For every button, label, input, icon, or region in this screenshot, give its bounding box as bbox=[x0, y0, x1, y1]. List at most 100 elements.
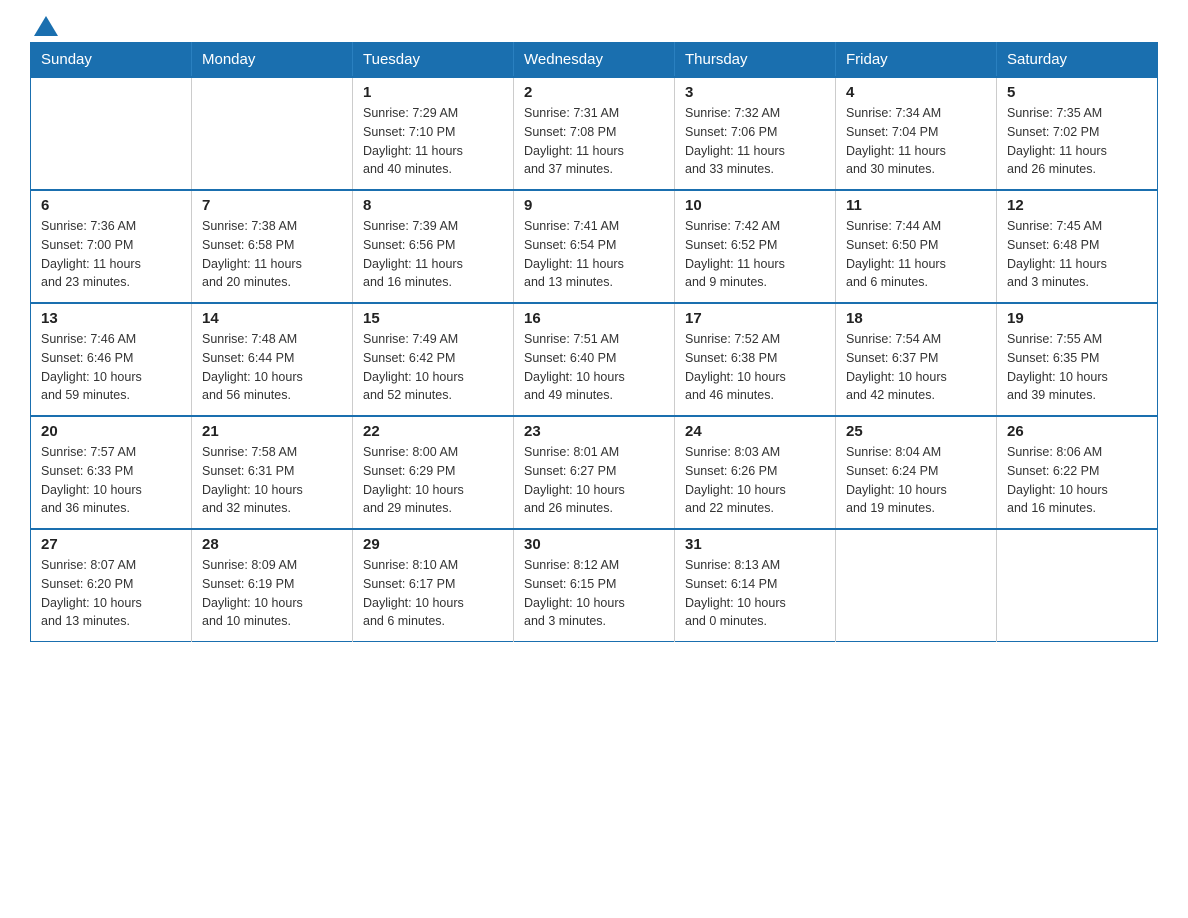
calendar-cell bbox=[997, 529, 1158, 642]
day-number: 18 bbox=[846, 310, 986, 327]
day-info: Sunrise: 8:06 AMSunset: 6:22 PMDaylight:… bbox=[1007, 443, 1147, 518]
day-info: Sunrise: 7:39 AMSunset: 6:56 PMDaylight:… bbox=[363, 217, 503, 292]
calendar-cell: 13 Sunrise: 7:46 AMSunset: 6:46 PMDayligh… bbox=[31, 303, 192, 416]
day-info: Sunrise: 8:01 AMSunset: 6:27 PMDaylight:… bbox=[524, 443, 664, 518]
calendar-cell: 9 Sunrise: 7:41 AMSunset: 6:54 PMDaylight… bbox=[514, 190, 675, 303]
calendar-cell: 5 Sunrise: 7:35 AMSunset: 7:02 PMDaylight… bbox=[997, 77, 1158, 190]
day-number: 14 bbox=[202, 310, 342, 327]
day-info: Sunrise: 8:10 AMSunset: 6:17 PMDaylight:… bbox=[363, 556, 503, 631]
day-number: 4 bbox=[846, 84, 986, 101]
calendar-cell: 7Sunrise: 7:38 AMSunset: 6:58 PMDaylight… bbox=[192, 190, 353, 303]
day-number: 5 bbox=[1007, 84, 1147, 101]
weekday-header-saturday: Saturday bbox=[997, 43, 1158, 78]
day-info: Sunrise: 7:45 AMSunset: 6:48 PMDaylight:… bbox=[1007, 217, 1147, 292]
day-number: 17 bbox=[685, 310, 825, 327]
weekday-header-thursday: Thursday bbox=[675, 43, 836, 78]
weekday-header-wednesday: Wednesday bbox=[514, 43, 675, 78]
week-row-4: 20 Sunrise: 7:57 AMSunset: 6:33 PMDayligh… bbox=[31, 416, 1158, 529]
day-number: 16 bbox=[524, 310, 664, 327]
calendar-cell: 8Sunrise: 7:39 AMSunset: 6:56 PMDaylight… bbox=[353, 190, 514, 303]
calendar-cell: 16 Sunrise: 7:51 AMSunset: 6:40 PMDayligh… bbox=[514, 303, 675, 416]
calendar-cell: 21 Sunrise: 7:58 AMSunset: 6:31 PMDayligh… bbox=[192, 416, 353, 529]
calendar-cell: 17 Sunrise: 7:52 AMSunset: 6:38 PMDayligh… bbox=[675, 303, 836, 416]
day-info: Sunrise: 7:41 AMSunset: 6:54 PMDaylight:… bbox=[524, 217, 664, 292]
day-info: Sunrise: 7:29 AMSunset: 7:10 PMDaylight:… bbox=[363, 104, 503, 179]
week-row-5: 27 Sunrise: 8:07 AMSunset: 6:20 PMDayligh… bbox=[31, 529, 1158, 642]
calendar-cell bbox=[31, 77, 192, 190]
day-number: 10 bbox=[685, 197, 825, 214]
day-number: 19 bbox=[1007, 310, 1147, 327]
day-info: Sunrise: 8:03 AMSunset: 6:26 PMDaylight:… bbox=[685, 443, 825, 518]
day-info: Sunrise: 8:13 AMSunset: 6:14 PMDaylight:… bbox=[685, 556, 825, 631]
weekday-header-monday: Monday bbox=[192, 43, 353, 78]
day-number: 27 bbox=[41, 536, 181, 553]
day-number: 20 bbox=[41, 423, 181, 440]
day-number: 31 bbox=[685, 536, 825, 553]
day-info: Sunrise: 8:12 AMSunset: 6:15 PMDaylight:… bbox=[524, 556, 664, 631]
day-number: 12 bbox=[1007, 197, 1147, 214]
calendar-cell: 11Sunrise: 7:44 AMSunset: 6:50 PMDayligh… bbox=[836, 190, 997, 303]
day-number: 15 bbox=[363, 310, 503, 327]
day-number: 3 bbox=[685, 84, 825, 101]
calendar-cell: 29 Sunrise: 8:10 AMSunset: 6:17 PMDayligh… bbox=[353, 529, 514, 642]
day-number: 25 bbox=[846, 423, 986, 440]
calendar-cell: 30 Sunrise: 8:12 AMSunset: 6:15 PMDayligh… bbox=[514, 529, 675, 642]
day-info: Sunrise: 8:09 AMSunset: 6:19 PMDaylight:… bbox=[202, 556, 342, 631]
logo-triangle-icon bbox=[34, 16, 58, 36]
logo bbox=[30, 20, 58, 32]
day-info: Sunrise: 7:31 AMSunset: 7:08 PMDaylight:… bbox=[524, 104, 664, 179]
day-info: Sunrise: 7:51 AMSunset: 6:40 PMDaylight:… bbox=[524, 330, 664, 405]
calendar-cell: 24 Sunrise: 8:03 AMSunset: 6:26 PMDayligh… bbox=[675, 416, 836, 529]
day-number: 22 bbox=[363, 423, 503, 440]
calendar-cell: 3 Sunrise: 7:32 AMSunset: 7:06 PMDaylight… bbox=[675, 77, 836, 190]
calendar-cell: 10 Sunrise: 7:42 AMSunset: 6:52 PMDayligh… bbox=[675, 190, 836, 303]
day-info: Sunrise: 7:42 AMSunset: 6:52 PMDaylight:… bbox=[685, 217, 825, 292]
day-number: 1 bbox=[363, 84, 503, 101]
day-number: 30 bbox=[524, 536, 664, 553]
day-info: Sunrise: 7:57 AMSunset: 6:33 PMDaylight:… bbox=[41, 443, 181, 518]
weekday-header-friday: Friday bbox=[836, 43, 997, 78]
calendar-cell: 15 Sunrise: 7:49 AMSunset: 6:42 PMDayligh… bbox=[353, 303, 514, 416]
calendar-cell bbox=[192, 77, 353, 190]
day-number: 2 bbox=[524, 84, 664, 101]
day-info: Sunrise: 7:58 AMSunset: 6:31 PMDaylight:… bbox=[202, 443, 342, 518]
calendar-cell: 23Sunrise: 8:01 AMSunset: 6:27 PMDayligh… bbox=[514, 416, 675, 529]
day-info: Sunrise: 7:48 AMSunset: 6:44 PMDaylight:… bbox=[202, 330, 342, 405]
day-number: 24 bbox=[685, 423, 825, 440]
day-info: Sunrise: 7:32 AMSunset: 7:06 PMDaylight:… bbox=[685, 104, 825, 179]
calendar-cell: 1 Sunrise: 7:29 AMSunset: 7:10 PMDaylight… bbox=[353, 77, 514, 190]
day-info: Sunrise: 7:46 AMSunset: 6:46 PMDaylight:… bbox=[41, 330, 181, 405]
calendar-cell: 18 Sunrise: 7:54 AMSunset: 6:37 PMDayligh… bbox=[836, 303, 997, 416]
page-header bbox=[30, 20, 1158, 32]
day-info: Sunrise: 7:54 AMSunset: 6:37 PMDaylight:… bbox=[846, 330, 986, 405]
calendar-cell: 31 Sunrise: 8:13 AMSunset: 6:14 PMDayligh… bbox=[675, 529, 836, 642]
day-info: Sunrise: 7:44 AMSunset: 6:50 PMDaylight:… bbox=[846, 217, 986, 292]
calendar-cell: 12 Sunrise: 7:45 AMSunset: 6:48 PMDayligh… bbox=[997, 190, 1158, 303]
calendar-cell: 28Sunrise: 8:09 AMSunset: 6:19 PMDayligh… bbox=[192, 529, 353, 642]
day-number: 29 bbox=[363, 536, 503, 553]
day-number: 9 bbox=[524, 197, 664, 214]
calendar-table: SundayMondayTuesdayWednesdayThursdayFrid… bbox=[30, 42, 1158, 642]
week-row-2: 6Sunrise: 7:36 AMSunset: 7:00 PMDaylight… bbox=[31, 190, 1158, 303]
day-info: Sunrise: 7:52 AMSunset: 6:38 PMDaylight:… bbox=[685, 330, 825, 405]
calendar-cell: 14 Sunrise: 7:48 AMSunset: 6:44 PMDayligh… bbox=[192, 303, 353, 416]
calendar-cell: 6Sunrise: 7:36 AMSunset: 7:00 PMDaylight… bbox=[31, 190, 192, 303]
day-info: Sunrise: 7:35 AMSunset: 7:02 PMDaylight:… bbox=[1007, 104, 1147, 179]
calendar-cell: 27 Sunrise: 8:07 AMSunset: 6:20 PMDayligh… bbox=[31, 529, 192, 642]
day-info: Sunrise: 7:49 AMSunset: 6:42 PMDaylight:… bbox=[363, 330, 503, 405]
weekday-header-row: SundayMondayTuesdayWednesdayThursdayFrid… bbox=[31, 43, 1158, 78]
day-number: 7 bbox=[202, 197, 342, 214]
week-row-1: 1 Sunrise: 7:29 AMSunset: 7:10 PMDaylight… bbox=[31, 77, 1158, 190]
week-row-3: 13 Sunrise: 7:46 AMSunset: 6:46 PMDayligh… bbox=[31, 303, 1158, 416]
calendar-cell: 19 Sunrise: 7:55 AMSunset: 6:35 PMDayligh… bbox=[997, 303, 1158, 416]
day-number: 13 bbox=[41, 310, 181, 327]
day-info: Sunrise: 8:07 AMSunset: 6:20 PMDaylight:… bbox=[41, 556, 181, 631]
weekday-header-sunday: Sunday bbox=[31, 43, 192, 78]
day-number: 21 bbox=[202, 423, 342, 440]
day-info: Sunrise: 8:00 AMSunset: 6:29 PMDaylight:… bbox=[363, 443, 503, 518]
day-info: Sunrise: 7:36 AMSunset: 7:00 PMDaylight:… bbox=[41, 217, 181, 292]
day-info: Sunrise: 7:55 AMSunset: 6:35 PMDaylight:… bbox=[1007, 330, 1147, 405]
calendar-cell: 22 Sunrise: 8:00 AMSunset: 6:29 PMDayligh… bbox=[353, 416, 514, 529]
calendar-cell: 26Sunrise: 8:06 AMSunset: 6:22 PMDayligh… bbox=[997, 416, 1158, 529]
calendar-cell: 25Sunrise: 8:04 AMSunset: 6:24 PMDayligh… bbox=[836, 416, 997, 529]
